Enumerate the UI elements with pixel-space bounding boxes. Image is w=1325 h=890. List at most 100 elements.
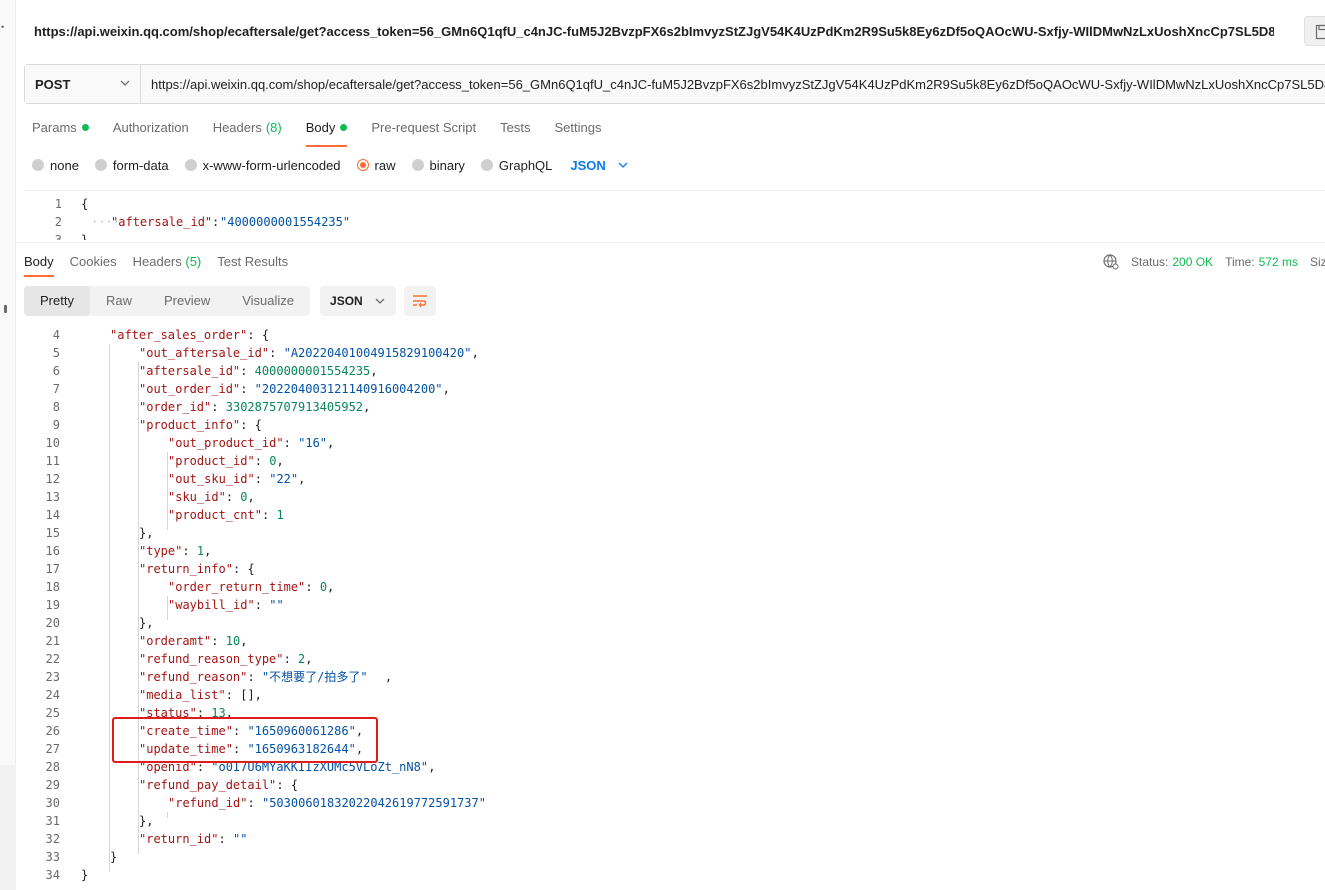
tab-body-label: Body (305, 120, 336, 135)
tab-params[interactable]: Params (32, 120, 89, 146)
code-row: 34} (24, 866, 1325, 884)
params-indicator-icon (81, 124, 89, 131)
response-status: Status: 200 OK Time: 572 ms Size (1103, 254, 1325, 270)
json-value: [] (240, 688, 255, 702)
tab-headers-label: Headers (212, 120, 262, 135)
line-number: 4 (52, 328, 60, 342)
json-key: "return_info" (139, 562, 233, 576)
radio-form-data[interactable]: form-data (94, 158, 169, 173)
json-key: "order_id" (139, 400, 212, 414)
code-row: 31}, (24, 812, 1325, 830)
tab-prerequest-script[interactable]: Pre-request Script (371, 120, 476, 146)
json-colon: : (276, 778, 291, 792)
body-format-label: JSON (570, 157, 606, 173)
json-comma: , (327, 436, 335, 450)
json-key: "out_product_id" (168, 436, 284, 450)
json-colon: : (211, 634, 226, 648)
chevron-down-icon (618, 162, 628, 168)
chevron-down-icon (120, 80, 130, 86)
body-format-dropdown[interactable]: JSON (570, 157, 628, 173)
json-key: "return_id" (139, 832, 219, 846)
code-row: 18 "order_return_time": 0, (24, 578, 1325, 596)
view-pretty[interactable]: Pretty (24, 286, 90, 316)
radio-urlencoded[interactable]: x-www-form-urlencoded (184, 158, 341, 173)
method-select[interactable]: POST (25, 65, 141, 103)
code-row: 24 "media_list": [], (24, 686, 1325, 704)
json-value: 1 (196, 544, 205, 558)
line-number: 31 (45, 814, 60, 828)
json-value: 4000000001554235 (254, 364, 371, 378)
json-comma: , (298, 472, 306, 486)
json-colon: : (211, 400, 226, 414)
radio-graphql[interactable]: GraphQL (480, 158, 552, 173)
response-format-dropdown[interactable]: JSON (320, 286, 397, 316)
resp-tab-body[interactable]: Body (24, 254, 54, 277)
json-key: "refund_reason" (139, 670, 248, 684)
tab-body[interactable]: Body (305, 120, 348, 147)
json-value: 0 (319, 580, 328, 594)
tab-headers[interactable]: Headers (8) (213, 120, 282, 146)
resp-tab-headers[interactable]: Headers (5) (133, 254, 202, 276)
url-input[interactable]: https://api.weixin.qq.com/shop/ecaftersa… (151, 77, 1325, 92)
save-icon (1315, 24, 1325, 40)
code-line: } (81, 233, 89, 240)
collapse-icon[interactable]: • (1, 22, 4, 32)
line-number: 5 (52, 346, 60, 360)
response-view-bar: Pretty Raw Preview Visualize JSON (24, 286, 437, 316)
line-number: 15 (45, 526, 60, 540)
line-number: 34 (45, 868, 60, 882)
json-comma: , (363, 400, 371, 414)
code-row: 21 "orderamt": 10, (24, 632, 1325, 650)
radio-none[interactable]: none (32, 158, 79, 173)
json-value: "A20220401004915829100420" (283, 346, 472, 360)
json-comma: , (247, 490, 255, 504)
tab-tests[interactable]: Tests (500, 120, 530, 146)
annotation-highlight-box (112, 717, 378, 763)
radio-raw[interactable]: raw (356, 158, 396, 173)
json-value: 0 (240, 490, 248, 504)
response-body[interactable]: 4 "after_sales_order": {5 "out_aftersale_i… (24, 326, 1325, 890)
tab-authorization-label: Authorization (112, 120, 189, 135)
code-row: 7 "out_order_id": "2022040031211409160042… (24, 380, 1325, 398)
code-row: 10 "out_product_id": "16", (24, 434, 1325, 452)
request-title: https://api.weixin.qq.com/shop/ecaftersa… (34, 24, 1274, 39)
json-colon: : (225, 688, 241, 702)
json-value: 3302875707913405952 (225, 400, 364, 414)
tab-authorization[interactable]: Authorization (113, 120, 189, 146)
line-number: 7 (52, 382, 60, 396)
resp-tab-test-results[interactable]: Test Results (217, 254, 288, 276)
code-row: 9 "product_info": { (24, 416, 1325, 434)
tab-settings[interactable]: Settings (554, 120, 601, 146)
radio-icon (32, 159, 44, 171)
line-number: 10 (45, 436, 60, 450)
json-comma: , (305, 652, 313, 666)
json-value: }, (139, 616, 154, 630)
json-comma: , (240, 634, 248, 648)
json-comma: , (254, 688, 262, 702)
save-button[interactable] (1304, 16, 1325, 46)
json-key: "order_return_time" (168, 580, 306, 594)
json-value: } (81, 868, 89, 882)
sidebar-handle-icon[interactable] (4, 305, 7, 313)
chevron-down-icon (375, 298, 385, 304)
view-visualize[interactable]: Visualize (226, 286, 310, 316)
globe-icon[interactable] (1103, 254, 1119, 270)
code-row: 16 "type": 1, (24, 542, 1325, 560)
request-body-editor[interactable]: 1 { 2 ···· "aftersale_id" : "40000000015… (24, 190, 1325, 240)
code-row: 20}, (24, 614, 1325, 632)
method-label: POST (35, 77, 71, 92)
radio-selected-icon (356, 159, 369, 171)
line-number: 18 (45, 580, 60, 594)
resp-tab-cookies[interactable]: Cookies (70, 254, 117, 276)
pane-divider[interactable] (16, 242, 1325, 243)
view-preview[interactable]: Preview (148, 286, 226, 316)
json-key: "type" (139, 544, 183, 558)
json-colon: : (182, 544, 197, 558)
json-comma: , (384, 670, 393, 684)
wrap-lines-button[interactable] (404, 286, 437, 316)
radio-binary[interactable]: binary (411, 158, 465, 173)
json-comma: , (471, 346, 479, 360)
view-raw[interactable]: Raw (90, 286, 148, 316)
json-key: "out_aftersale_id" (139, 346, 270, 360)
line-number: 20 (45, 616, 60, 630)
